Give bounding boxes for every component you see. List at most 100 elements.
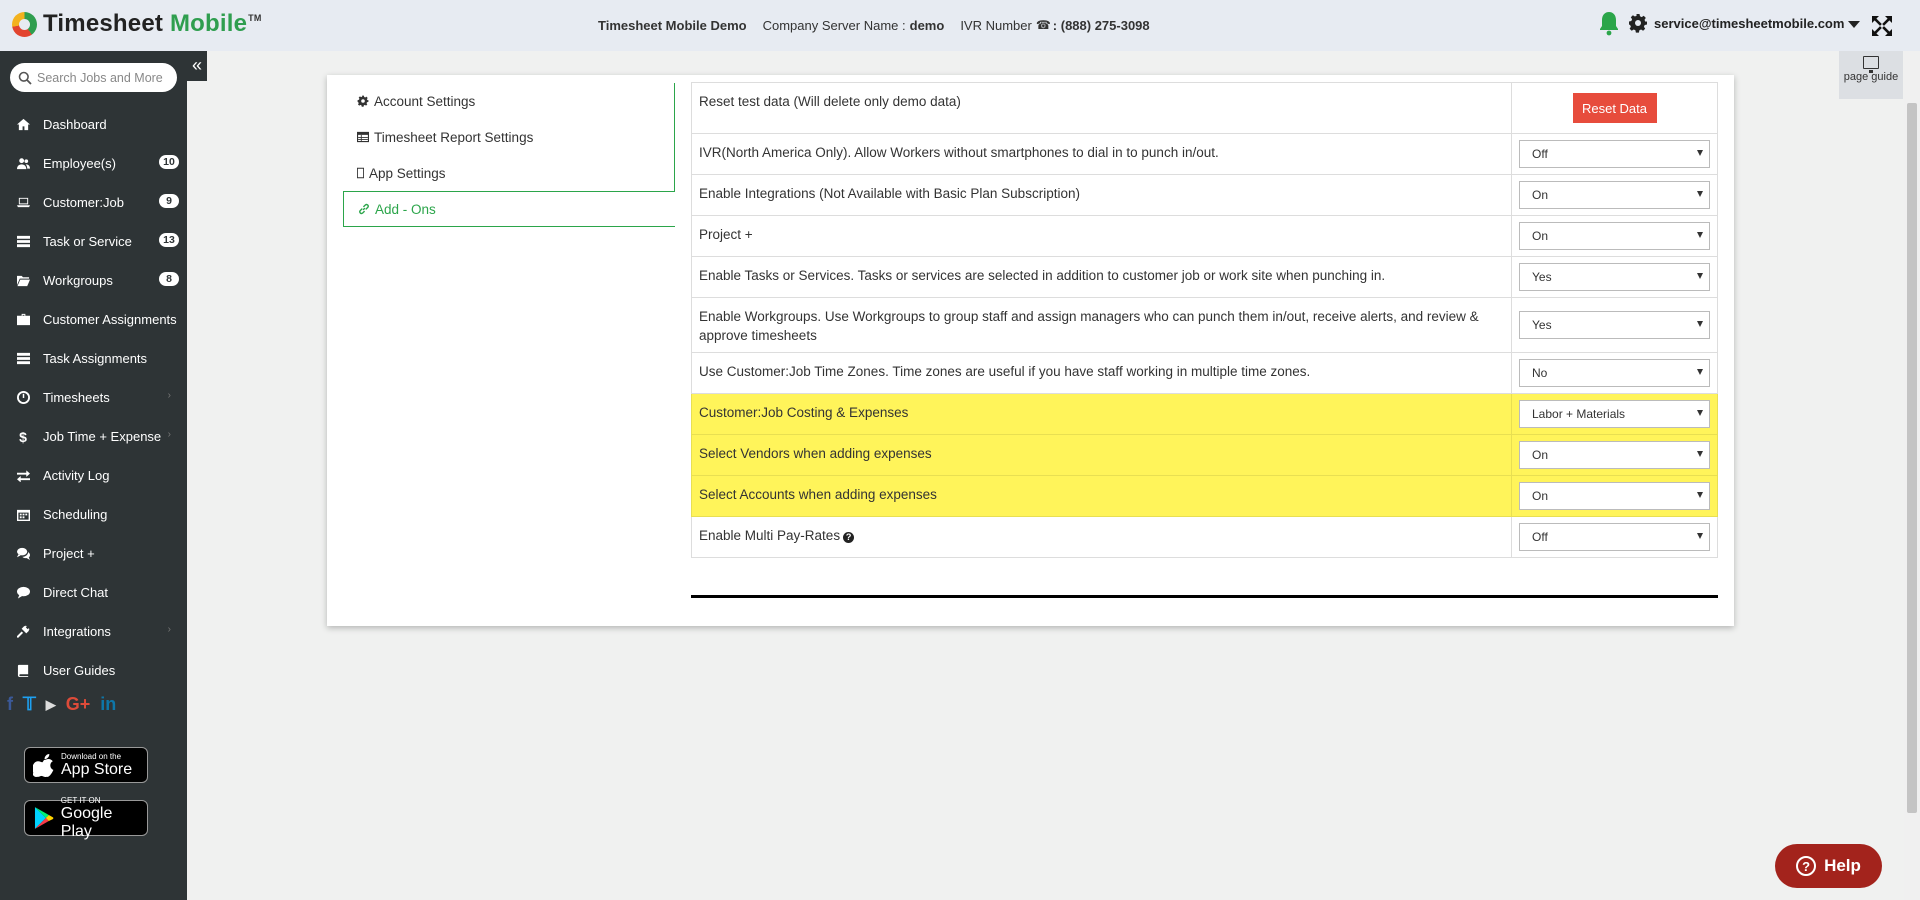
- bell-icon[interactable]: [1598, 10, 1620, 36]
- sidebar-item-job-time-expense[interactable]: $ Job Time + Expense ›: [0, 417, 187, 456]
- laptop-icon: [16, 196, 30, 210]
- caret-down-icon: [1697, 451, 1703, 457]
- vendors-select[interactable]: On: [1519, 441, 1710, 469]
- select-value: On: [1532, 229, 1549, 243]
- setting-control: Yes: [1511, 256, 1718, 298]
- setting-label: Select Accounts when adding expenses: [691, 475, 1512, 517]
- page-scrollbar[interactable]: [1904, 51, 1920, 900]
- sidebar-item-label: Project +: [43, 546, 95, 561]
- multi-pay-rates-select[interactable]: Off: [1519, 523, 1710, 551]
- google-play-small: GET IT ON: [60, 795, 101, 805]
- sidebar-item-dashboard[interactable]: Dashboard: [0, 105, 187, 144]
- google-plus-icon[interactable]: G+: [66, 694, 91, 715]
- sidebar-item-scheduling[interactable]: Scheduling: [0, 495, 187, 534]
- table-icon: [357, 131, 369, 143]
- search-icon: [18, 71, 32, 85]
- project-plus-select[interactable]: On: [1519, 222, 1710, 250]
- settings-row-multi-pay-rates: Enable Multi Pay-Rates? Off: [691, 516, 1718, 558]
- sidebar-item-timesheets[interactable]: Timesheets ›: [0, 378, 187, 417]
- sidebar-item-project-plus[interactable]: Project +: [0, 534, 187, 573]
- question-circle-icon[interactable]: ?: [843, 532, 855, 543]
- user-email[interactable]: service@timesheetmobile.com: [1654, 16, 1844, 31]
- app-store-big: App Store: [61, 760, 133, 778]
- sidebar: Dashboard Employee(s) 10 Customer:Job 9 …: [0, 51, 187, 900]
- setting-label: Reset test data (Will delete only demo d…: [691, 82, 1512, 134]
- setting-label: Enable Workgroups. Use Workgroups to gro…: [691, 297, 1512, 353]
- comment-icon: [16, 586, 30, 600]
- fullscreen-icon[interactable]: [1870, 14, 1894, 38]
- sidebar-item-customer-assignments[interactable]: Customer Assignments: [0, 300, 187, 339]
- ivr-label: IVR Number: [960, 18, 1032, 33]
- divider: [691, 595, 1718, 598]
- help-label: Help: [1824, 856, 1861, 875]
- user-menu-caret-icon[interactable]: [1848, 20, 1861, 28]
- select-value: On: [1532, 448, 1549, 462]
- setting-control: On: [1511, 215, 1718, 257]
- tasks-select[interactable]: Yes: [1519, 263, 1710, 291]
- integrations-select[interactable]: On: [1519, 181, 1710, 209]
- calendar-icon: [16, 508, 30, 522]
- app-store-button[interactable]: Download on the App Store: [24, 747, 148, 783]
- monitor-icon: [1863, 56, 1879, 73]
- users-icon: [16, 157, 30, 171]
- twitter-icon[interactable]: 𝕋: [23, 694, 36, 715]
- settings-nav: Account Settings Timesheet Report Settin…: [343, 83, 675, 227]
- server-label: Company Server Name :: [762, 18, 906, 33]
- collapse-sidebar-button[interactable]: «: [187, 51, 207, 81]
- sidebar-item-user-guides[interactable]: User Guides: [0, 651, 187, 690]
- sidebar-item-workgroups[interactable]: Workgroups 8: [0, 261, 187, 300]
- setting-label: Project +: [691, 215, 1512, 257]
- setting-control: Reset Data: [1511, 82, 1718, 134]
- accounts-select[interactable]: On: [1519, 482, 1710, 510]
- ivr-select[interactable]: Off: [1519, 140, 1710, 168]
- sidebar-item-integrations[interactable]: Integrations ›: [0, 612, 187, 651]
- help-button[interactable]: ? Help: [1775, 844, 1882, 888]
- facebook-icon[interactable]: f: [7, 694, 13, 715]
- sidebar-item-label: Direct Chat: [43, 585, 109, 600]
- settings-row-integrations: Enable Integrations (Not Available with …: [691, 174, 1718, 216]
- settings-tab-app[interactable]: App Settings: [343, 155, 675, 191]
- search-box[interactable]: [10, 63, 177, 92]
- count-badge: 10: [159, 155, 179, 169]
- link-icon: [358, 203, 370, 215]
- page-guide-button[interactable]: page guide: [1839, 51, 1903, 99]
- double-chevron-left-icon: «: [191, 55, 202, 75]
- workgroups-select[interactable]: Yes: [1519, 311, 1710, 339]
- app-title-part1: Timesheet: [43, 10, 164, 37]
- question-circle-icon: ?: [1796, 856, 1817, 876]
- setting-label: Use Customer:Job Time Zones. Time zones …: [691, 352, 1512, 394]
- list-icon: [16, 352, 30, 366]
- settings-row-reset: Reset test data (Will delete only demo d…: [691, 82, 1718, 134]
- sidebar-item-label: Scheduling: [43, 507, 108, 522]
- reset-data-button[interactable]: Reset Data: [1572, 93, 1657, 123]
- search-input[interactable]: [37, 70, 167, 85]
- settings-tab-timesheet-report[interactable]: Timesheet Report Settings: [343, 119, 675, 155]
- sidebar-item-direct-chat[interactable]: Direct Chat: [0, 573, 187, 612]
- select-value: Off: [1532, 530, 1548, 544]
- briefcase-icon: [16, 313, 30, 327]
- scrollbar-thumb[interactable]: [1907, 103, 1917, 813]
- settings-tab-account[interactable]: Account Settings: [343, 83, 675, 119]
- sidebar-item-employees[interactable]: Employee(s) 10: [0, 144, 187, 183]
- sidebar-item-task-assignments[interactable]: Task Assignments: [0, 339, 187, 378]
- gear-icon[interactable]: [1628, 13, 1648, 33]
- settings-tab-add-ons[interactable]: Add - Ons: [343, 191, 675, 227]
- sidebar-item-customer-job[interactable]: Customer:Job 9: [0, 183, 187, 222]
- youtube-icon[interactable]: ▶: [46, 697, 56, 713]
- sidebar-item-task-or-service[interactable]: Task or Service 13: [0, 222, 187, 261]
- caret-down-icon: [1697, 321, 1703, 327]
- sidebar-item-label: User Guides: [43, 663, 116, 678]
- google-play-button[interactable]: GET IT ON Google Play: [24, 796, 148, 840]
- app-logo[interactable]: Timesheet MobileTM: [12, 10, 262, 38]
- sidebar-item-activity-log[interactable]: Activity Log: [0, 456, 187, 495]
- sidebar-nav: Dashboard Employee(s) 10 Customer:Job 9 …: [0, 105, 187, 690]
- settings-table: Reset test data (Will delete only demo d…: [691, 82, 1718, 558]
- app-store-text: Download on the App Store: [61, 752, 132, 779]
- company-info: Timesheet Mobile Demo Company Server Nam…: [598, 18, 1150, 33]
- job-costing-select[interactable]: Labor + Materials: [1519, 400, 1710, 428]
- time-zones-select[interactable]: No: [1519, 359, 1710, 387]
- linkedin-icon[interactable]: in: [100, 694, 116, 715]
- comments-icon: [16, 547, 30, 561]
- settings-row-workgroups: Enable Workgroups. Use Workgroups to gro…: [691, 297, 1718, 353]
- sidebar-item-label: Task or Service: [43, 234, 132, 249]
